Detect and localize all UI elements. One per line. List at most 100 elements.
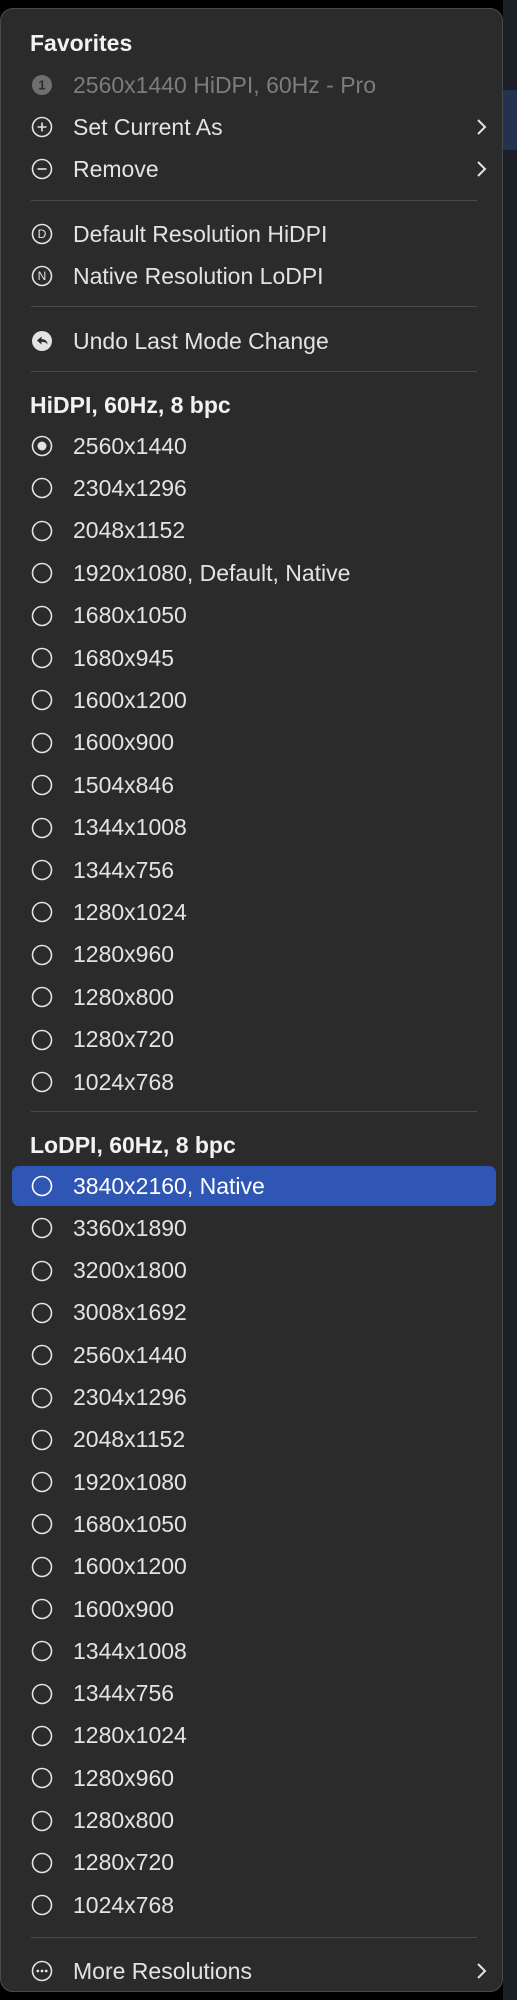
radio-icon xyxy=(12,1344,73,1366)
set-current-as-item[interactable]: Set Current As xyxy=(12,107,496,147)
radio-icon xyxy=(12,562,73,584)
lodpi-resolution-item[interactable]: 3008x1692 xyxy=(12,1293,496,1333)
radio-icon xyxy=(12,1852,73,1874)
lodpi-resolution-item[interactable]: 1344x1008 xyxy=(12,1631,496,1671)
chevron-right-icon xyxy=(466,118,496,136)
resolution-label: 1680x1050 xyxy=(73,1510,187,1537)
separator xyxy=(31,306,477,307)
native-resolution-lodpi-item[interactable]: N Native Resolution LoDPI xyxy=(12,256,496,296)
hidpi-resolution-item[interactable]: 2560x1440 xyxy=(12,426,496,466)
set-current-as-label: Set Current As xyxy=(73,113,223,140)
favorites-header-label: Favorites xyxy=(30,29,133,56)
favorite-current-item: 1 2560x1440 HiDPI, 60Hz - Pro xyxy=(12,65,496,105)
radio-icon xyxy=(12,1071,73,1093)
lodpi-resolution-item[interactable]: 2304x1296 xyxy=(12,1378,496,1418)
lodpi-resolution-item[interactable]: 1344x756 xyxy=(12,1674,496,1714)
separator xyxy=(31,200,477,201)
lodpi-resolution-item[interactable]: 2560x1440 xyxy=(12,1335,496,1375)
more-resolutions-label: More Resolutions xyxy=(73,1957,252,1984)
undo-last-mode-change-item[interactable]: Undo Last Mode Change xyxy=(12,321,496,361)
lodpi-resolution-item[interactable]: 3360x1890 xyxy=(12,1208,496,1248)
resolution-label: 2048x1152 xyxy=(73,1426,186,1453)
radio-icon xyxy=(12,1175,73,1197)
lodpi-resolution-item[interactable]: 3200x1800 xyxy=(12,1251,496,1291)
svg-text:D: D xyxy=(38,227,47,241)
hidpi-resolution-item[interactable]: 2304x1296 xyxy=(12,468,496,508)
plus-circle-icon xyxy=(12,116,73,138)
native-resolution-lodpi-label: Native Resolution LoDPI xyxy=(73,262,324,289)
lodpi-resolution-item[interactable]: 1280x720 xyxy=(12,1843,496,1883)
lodpi-resolution-item[interactable]: 3840x2160, Native xyxy=(12,1166,496,1206)
svg-text:N: N xyxy=(38,269,47,283)
lodpi-resolution-item[interactable]: 1280x960 xyxy=(12,1758,496,1798)
radio-icon xyxy=(12,732,73,754)
hidpi-resolution-item[interactable]: 1344x756 xyxy=(12,850,496,890)
radio-icon xyxy=(12,986,73,1008)
lodpi-resolution-item[interactable]: 1600x900 xyxy=(12,1589,496,1629)
lodpi-resolution-item[interactable]: 2048x1152 xyxy=(12,1420,496,1460)
favorite-current-label: 2560x1440 HiDPI, 60Hz - Pro xyxy=(73,71,376,98)
radio-icon xyxy=(12,1217,73,1239)
radio-icon xyxy=(12,1640,73,1662)
resolution-label: 1920x1080, Default, Native xyxy=(73,559,351,586)
hidpi-resolution-item[interactable]: 1024x768 xyxy=(12,1062,496,1102)
resolution-label: 1680x1050 xyxy=(73,602,187,629)
radio-icon xyxy=(12,1598,73,1620)
background-accent xyxy=(503,90,517,150)
resolution-label: 1504x846 xyxy=(73,771,175,798)
favorites-header: Favorites xyxy=(12,23,496,63)
radio-icon xyxy=(12,1683,73,1705)
radio-icon xyxy=(12,774,73,796)
hidpi-resolution-item[interactable]: 2048x1152 xyxy=(12,511,496,551)
ellipsis-circle-icon xyxy=(12,1960,73,1982)
resolution-label: 1280x800 xyxy=(73,1807,175,1833)
lodpi-resolution-item[interactable]: 1680x1050 xyxy=(12,1504,496,1544)
resolution-label: 2304x1296 xyxy=(73,1384,187,1410)
resolution-label: 1600x900 xyxy=(73,729,175,756)
resolution-label: 2560x1440 xyxy=(73,432,187,459)
resolution-label: 2048x1152 xyxy=(73,517,186,544)
radio-icon xyxy=(12,1429,73,1451)
background-window-edge xyxy=(503,0,517,2000)
radio-icon xyxy=(12,1810,73,1832)
hidpi-resolution-item[interactable]: 1280x800 xyxy=(12,977,496,1017)
separator xyxy=(31,371,477,372)
separator xyxy=(31,1111,477,1112)
resolution-label: 1344x1008 xyxy=(73,1637,187,1664)
hidpi-resolution-item[interactable]: 1280x720 xyxy=(12,1020,496,1060)
hidpi-resolution-item[interactable]: 1680x945 xyxy=(12,638,496,678)
lodpi-resolution-item[interactable]: 1024x768 xyxy=(12,1885,496,1925)
hidpi-resolution-item[interactable]: 1344x1008 xyxy=(12,808,496,848)
hidpi-resolution-item[interactable]: 1280x1024 xyxy=(12,892,496,932)
hidpi-resolution-item[interactable]: 1600x900 xyxy=(12,723,496,763)
hidpi-resolution-item[interactable]: 1920x1080, Default, Native xyxy=(12,553,496,593)
chevron-right-icon xyxy=(466,1962,496,1980)
resolution-label: 1280x720 xyxy=(73,1026,175,1053)
hidpi-resolution-item[interactable]: 1280x960 xyxy=(12,935,496,975)
radio-selected-icon xyxy=(12,435,73,457)
more-resolutions-item[interactable]: More Resolutions xyxy=(12,1951,496,1991)
lodpi-resolution-item[interactable]: 1280x800 xyxy=(12,1801,496,1841)
lodpi-header-label: LoDPI, 60Hz, 8 bpc xyxy=(30,1131,236,1158)
chevron-right-icon xyxy=(466,160,496,178)
radio-icon xyxy=(12,1302,73,1324)
remove-label: Remove xyxy=(73,155,159,182)
hidpi-resolution-item[interactable]: 1504x846 xyxy=(12,765,496,805)
radio-icon xyxy=(12,477,73,499)
resolution-label: 1280x1024 xyxy=(73,1722,187,1749)
resolution-label: 2560x1440 xyxy=(73,1341,187,1368)
lodpi-resolution-item[interactable]: 1280x1024 xyxy=(12,1716,496,1756)
lodpi-resolution-item[interactable]: 1920x1080 xyxy=(12,1462,496,1502)
resolution-label: 1344x1008 xyxy=(73,814,187,841)
resolution-label: 3200x1800 xyxy=(73,1257,187,1284)
remove-item[interactable]: Remove xyxy=(12,149,496,189)
hidpi-resolution-item[interactable]: 1680x1050 xyxy=(12,596,496,636)
lodpi-resolution-item[interactable]: 1600x1200 xyxy=(12,1547,496,1587)
default-resolution-hidpi-item[interactable]: D Default Resolution HiDPI xyxy=(12,214,496,254)
resolution-label: 1280x960 xyxy=(73,941,175,968)
hidpi-resolution-item[interactable]: 1600x1200 xyxy=(12,680,496,720)
radio-icon xyxy=(12,1767,73,1789)
radio-icon xyxy=(12,901,73,923)
letter-n-circle-icon: N xyxy=(12,265,73,287)
radio-icon xyxy=(12,689,73,711)
